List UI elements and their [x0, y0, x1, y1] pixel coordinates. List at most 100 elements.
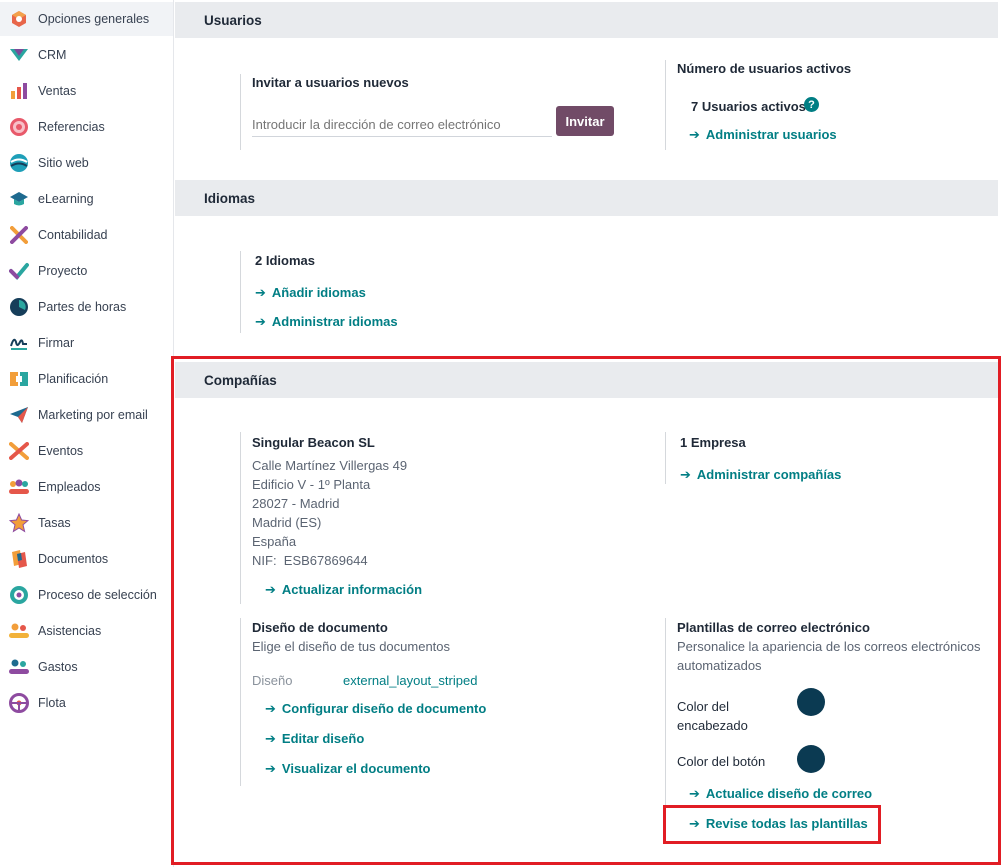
- arrow-right-icon: ➔: [265, 582, 276, 597]
- sidebar-item-documents[interactable]: Documentos: [0, 542, 173, 576]
- invite-button[interactable]: Invitar: [556, 106, 614, 136]
- arrow-right-icon: ➔: [680, 467, 691, 482]
- fleet-icon: [8, 692, 30, 714]
- crm-icon: [8, 44, 30, 66]
- manage-languages-link[interactable]: ➔ Administrar idiomas: [255, 314, 398, 330]
- sidebar-item-label: Eventos: [38, 444, 84, 458]
- sidebar-item-attendances[interactable]: Asistencias: [0, 614, 173, 648]
- sidebar-item-label: Asistencias: [38, 624, 102, 638]
- setting-divider: [240, 251, 241, 333]
- setting-divider: [665, 60, 666, 150]
- sidebar-item-label: Empleados: [38, 480, 101, 494]
- company-address-line: España: [252, 534, 297, 549]
- arrow-right-icon: ➔: [689, 127, 700, 142]
- section-header-languages: Idiomas: [175, 180, 998, 216]
- sidebar-item-project[interactable]: Proyecto: [0, 254, 173, 288]
- setting-divider: [665, 618, 666, 844]
- add-languages-link[interactable]: ➔ Añadir idiomas: [255, 285, 366, 301]
- website-icon: [8, 152, 30, 174]
- company-vat: NIF: ESB67869644: [252, 553, 368, 568]
- document-layout-title: Diseño de documento: [252, 620, 388, 635]
- button-color-swatch[interactable]: [797, 745, 825, 773]
- sidebar-item-sign[interactable]: Firmar: [0, 326, 173, 360]
- sidebar-item-label: Proceso de selección: [38, 588, 157, 602]
- configure-layout-link[interactable]: ➔ Configurar diseño de documento: [265, 701, 486, 717]
- update-mail-layout-link[interactable]: ➔ Actualice diseño de correo: [689, 786, 872, 802]
- sidebar-item-referrals[interactable]: Referencias: [0, 110, 173, 144]
- sidebar-item-elearning[interactable]: eLearning: [0, 182, 173, 216]
- setting-divider: [665, 432, 666, 484]
- email-templates-title: Plantillas de correo electrónico: [677, 620, 870, 635]
- section-header-companies: Compañías: [175, 362, 998, 398]
- header-color-label: encabezado: [677, 718, 748, 733]
- elearning-icon: [8, 188, 30, 210]
- manage-companies-link[interactable]: ➔ Administrar compañías: [680, 467, 841, 483]
- sales-icon: [8, 80, 30, 102]
- arrow-right-icon: ➔: [265, 701, 276, 716]
- update-info-link[interactable]: ➔ Actualizar información: [265, 582, 422, 598]
- section-header-users: Usuarios: [175, 2, 998, 38]
- help-icon[interactable]: ?: [804, 97, 819, 112]
- sidebar-item-accounting[interactable]: Contabilidad: [0, 218, 173, 252]
- sidebar-item-label: Referencias: [38, 120, 105, 134]
- company-address-line: Edificio V - 1º Planta: [252, 477, 371, 492]
- setting-divider: [240, 432, 241, 604]
- email-templates-description: Personalice la apariencia de los correos…: [677, 639, 981, 654]
- sidebar-item-label: Ventas: [38, 84, 77, 98]
- sidebar-item-general-settings[interactable]: Opciones generales: [0, 2, 173, 36]
- setting-divider: [240, 618, 241, 786]
- sign-icon: [8, 332, 30, 354]
- timesheets-icon: [8, 296, 30, 318]
- sidebar-item-expenses[interactable]: Gastos: [0, 650, 173, 684]
- company-name: Singular Beacon SL: [252, 435, 375, 450]
- email-marketing-icon: [8, 404, 30, 426]
- manage-users-link[interactable]: ➔ Administrar usuarios: [689, 127, 837, 143]
- sidebar-item-events[interactable]: Eventos: [0, 434, 173, 468]
- sidebar-item-label: Gastos: [38, 660, 78, 674]
- companies-count: 1 Empresa: [680, 435, 746, 450]
- sidebar-item-label: Contabilidad: [38, 228, 108, 242]
- sidebar-item-email-marketing[interactable]: Marketing por email: [0, 398, 173, 432]
- settings-content: Usuarios Invitar a usuarios nuevos Invit…: [175, 0, 998, 867]
- arrow-right-icon: ➔: [265, 761, 276, 776]
- company-address-line: Calle Martínez Villergas 49: [252, 458, 408, 473]
- preview-document-link[interactable]: ➔ Visualizar el documento: [265, 761, 431, 777]
- layout-value-link[interactable]: external_layout_striped: [343, 673, 477, 688]
- accounting-icon: [8, 224, 30, 246]
- header-color-swatch[interactable]: [797, 688, 825, 716]
- employees-icon: [8, 476, 30, 498]
- sidebar-item-label: Firmar: [38, 336, 75, 350]
- sidebar-item-label: Planificación: [38, 372, 109, 386]
- documents-icon: [8, 548, 30, 570]
- expenses-icon: [8, 656, 30, 678]
- sidebar-item-label: eLearning: [38, 192, 94, 206]
- sidebar-item-employees[interactable]: Empleados: [0, 470, 173, 504]
- company-address-line: 28027 - Madrid: [252, 496, 340, 511]
- company-address-line: Madrid (ES): [252, 515, 322, 530]
- sidebar-item-timesheets[interactable]: Partes de horas: [0, 290, 173, 324]
- recruitment-icon: [8, 584, 30, 606]
- events-icon: [8, 440, 30, 462]
- sidebar-item-planning[interactable]: Planificación: [0, 362, 173, 396]
- sidebar-item-fleet[interactable]: Flota: [0, 686, 173, 720]
- arrow-right-icon: ➔: [689, 786, 700, 801]
- sidebar-item-website[interactable]: Sitio web: [0, 146, 173, 180]
- invite-users-title: Invitar a usuarios nuevos: [252, 75, 409, 90]
- sidebar-item-label: Sitio web: [38, 156, 89, 170]
- sidebar-item-crm[interactable]: CRM: [0, 38, 173, 72]
- project-icon: [8, 260, 30, 282]
- invite-email-input[interactable]: [252, 113, 552, 137]
- review-templates-link[interactable]: ➔ Revise todas las plantillas: [689, 816, 868, 832]
- sidebar-item-appraisals[interactable]: Tasas: [0, 506, 173, 540]
- sidebar-item-label: Partes de horas: [38, 300, 127, 314]
- sidebar-item-label: Documentos: [38, 552, 109, 566]
- edit-layout-link[interactable]: ➔ Editar diseño: [265, 731, 364, 747]
- sidebar-item-label: Flota: [38, 696, 66, 710]
- sidebar-item-recruitment[interactable]: Proceso de selección: [0, 578, 173, 612]
- sidebar-item-label: Opciones generales: [38, 12, 150, 26]
- header-color-label: Color del: [677, 699, 730, 714]
- arrow-right-icon: ➔: [255, 285, 266, 300]
- arrow-right-icon: ➔: [255, 314, 266, 329]
- sidebar-item-label: Marketing por email: [38, 408, 148, 422]
- sidebar-item-sales[interactable]: Ventas: [0, 74, 173, 108]
